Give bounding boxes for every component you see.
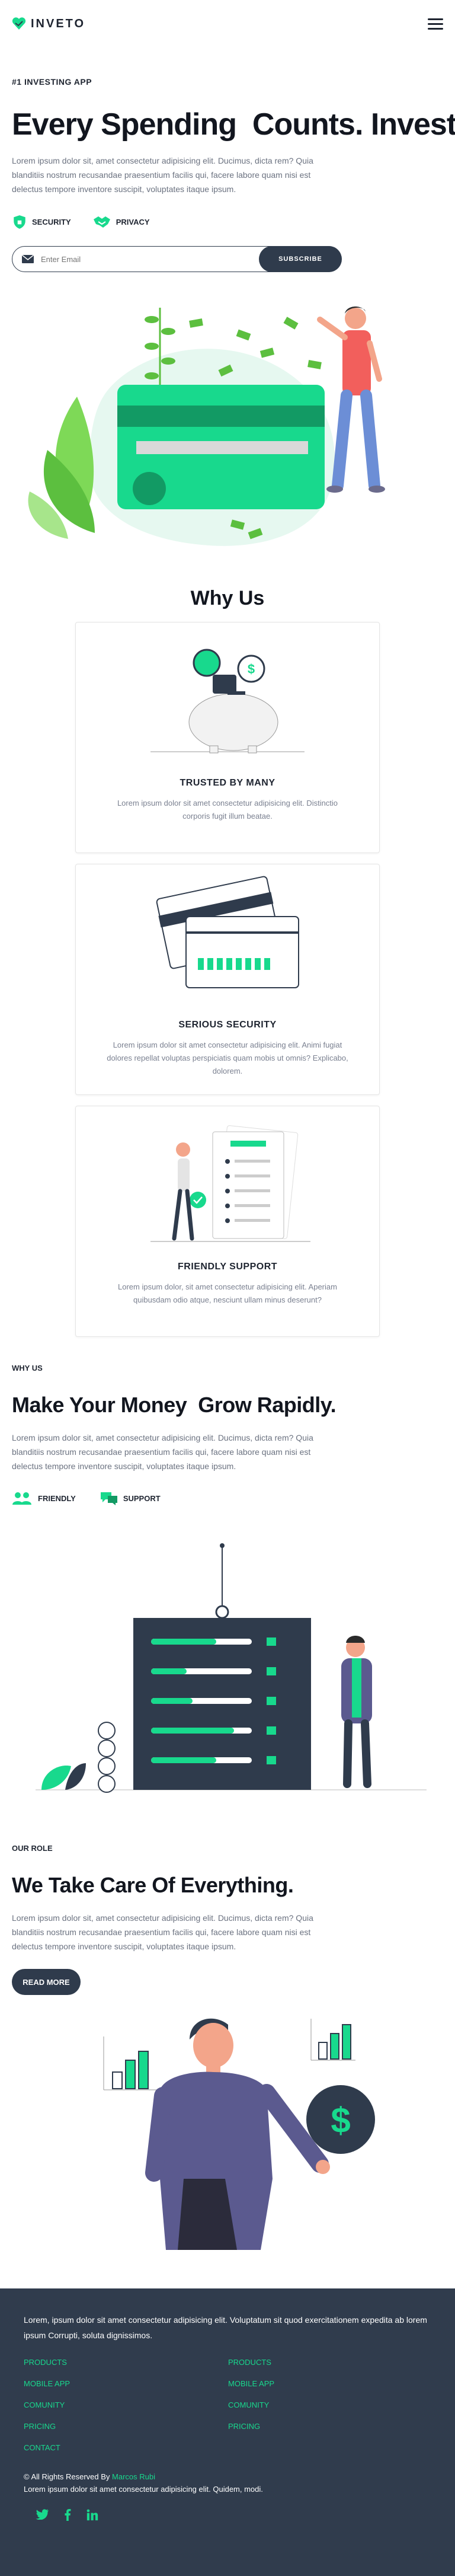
card-trusted-title: TRUSTED BY MANY [180, 778, 275, 788]
read-more-button[interactable]: READ MORE [12, 1969, 81, 1995]
chat-icon [100, 1492, 117, 1505]
twitter-icon[interactable] [36, 2509, 49, 2524]
footer-intro: Lorem, ipsum dolor sit amet consectetur … [24, 2315, 427, 2340]
grow-lead: Lorem ipsum dolor sit, amet consectetur … [12, 1433, 313, 1471]
card-security-text: Lorem ipsum dolor sit amet consectetur a… [107, 1040, 348, 1075]
receipt-illustration [150, 1125, 310, 1242]
role-lead: Lorem ipsum dolor sit, amet consectetur … [12, 1913, 313, 1951]
badge-friendly: FRIENDLY [12, 1492, 76, 1505]
card-support: FRIENDLY SUPPORT Lorem ipsum dolor, sit … [75, 1106, 380, 1337]
heart-icon [12, 17, 26, 30]
badge-security-label: SECURITY [32, 217, 71, 226]
hamburger-icon[interactable] [428, 18, 443, 30]
footer-link-contact[interactable]: CONTACT [24, 2440, 228, 2456]
facebook-icon[interactable] [64, 2509, 71, 2524]
logo[interactable]: INVETO [12, 17, 85, 31]
footer-link-pricing-2[interactable]: PRICING [228, 2419, 432, 2434]
credit-card-illustration [156, 876, 299, 988]
hero-section: #1 INVESTING APP Every Spending Counts. … [0, 47, 455, 569]
businessman-illustration: $ [103, 2018, 375, 2250]
badge-friendly-label: FRIENDLY [38, 1493, 76, 1503]
badge-support-label: SUPPORT [123, 1493, 161, 1503]
linkedin-icon[interactable] [86, 2509, 98, 2524]
svg-text:$: $ [331, 2101, 350, 2140]
subscribe-button[interactable]: SUBSCRIBE [259, 246, 342, 273]
footer-link-mobile-app[interactable]: MOBILE APP [24, 2376, 228, 2392]
grow-section: WHY US Make Your Money Grow Rapidly. Lor… [0, 1364, 455, 1811]
footer-link-mobile-app-2[interactable]: MOBILE APP [228, 2376, 432, 2392]
footer-link-community-2[interactable]: COMUNITY [228, 2398, 432, 2413]
badge-privacy: PRIVACY [92, 215, 150, 229]
footer-link-pricing[interactable]: PRICING [24, 2419, 228, 2434]
grow-title: Make Your Money Grow Rapidly. [12, 1393, 337, 1417]
social-links [36, 2509, 443, 2524]
author-link[interactable]: Marcos Rubi [112, 2472, 155, 2481]
svg-text:$: $ [248, 662, 255, 676]
badge-security: SECURITY [12, 214, 71, 229]
brand-name: INVETO [31, 17, 86, 30]
page: INVETO #1 INVESTING APP Every Spending C… [0, 0, 455, 2576]
piggy-bank-illustration: $ [150, 649, 305, 754]
hero-illustration [12, 296, 443, 569]
card-security-title: SERIOUS SECURITY [178, 1020, 277, 1030]
shield-icon [14, 215, 25, 229]
hero-lead: Lorem ipsum dolor sit, amet consectetur … [12, 156, 313, 194]
footer-link-products[interactable]: PRODUCTS [24, 2355, 228, 2370]
footer-link-products-2[interactable]: PRODUCTS [228, 2355, 432, 2370]
dashboard-illustration [36, 1543, 427, 1793]
card-support-title: FRIENDLY SUPPORT [177, 1262, 278, 1272]
envelope-icon [22, 255, 34, 264]
copyright-text: © All Rights Reserved By [24, 2472, 110, 2481]
why-us-title: Why Us [190, 587, 265, 609]
users-icon [12, 1492, 31, 1505]
why-us-cards: $ TRUSTED BY MANY Lorem ipsum dolor sit … [0, 622, 455, 1337]
grow-eyebrow: WHY US [12, 1364, 43, 1372]
subscribe-form: SUBSCRIBE [12, 246, 342, 273]
copyright: © All Rights Reserved By Marcos Rubi [24, 2472, 443, 2481]
footer: Lorem, ipsum dolor sit amet consectetur … [0, 2288, 455, 2576]
hero-badges: SECURITY PRIVACY [12, 214, 443, 229]
navbar: INVETO [0, 0, 455, 47]
card-trusted-text: Lorem ipsum dolor sit amet consectetur a… [117, 799, 338, 821]
badge-privacy-label: PRIVACY [116, 217, 150, 226]
handshake-icon [93, 216, 110, 228]
role-section: OUR ROLE We Take Care Of Everything. Lor… [0, 1844, 455, 2253]
role-eyebrow: OUR ROLE [12, 1844, 53, 1853]
footer-tagline: Lorem ipsum dolor sit amet consectetur a… [24, 2485, 263, 2494]
hero-eyebrow: #1 INVESTING APP [12, 77, 92, 87]
role-title: We Take Care Of Everything. [12, 1873, 294, 1897]
badge-support: SUPPORT [100, 1491, 161, 1505]
footer-links: PRODUCTS PRODUCTS MOBILE APP MOBILE APP … [24, 2355, 443, 2456]
grow-badges: FRIENDLY SUPPORT [12, 1491, 443, 1505]
hero-title: Every Spending Counts. Invest It. [12, 107, 455, 142]
why-us-section: Why Us $ TRUSTED BY MANY Lorem ipsum dol… [0, 587, 455, 1337]
footer-link-community[interactable]: COMUNITY [24, 2398, 228, 2413]
card-security: SERIOUS SECURITY Lorem ipsum dolor sit a… [75, 864, 380, 1095]
card-support-text: Lorem ipsum dolor, sit amet consectetur … [118, 1282, 337, 1304]
card-trusted: $ TRUSTED BY MANY Lorem ipsum dolor sit … [75, 622, 380, 853]
